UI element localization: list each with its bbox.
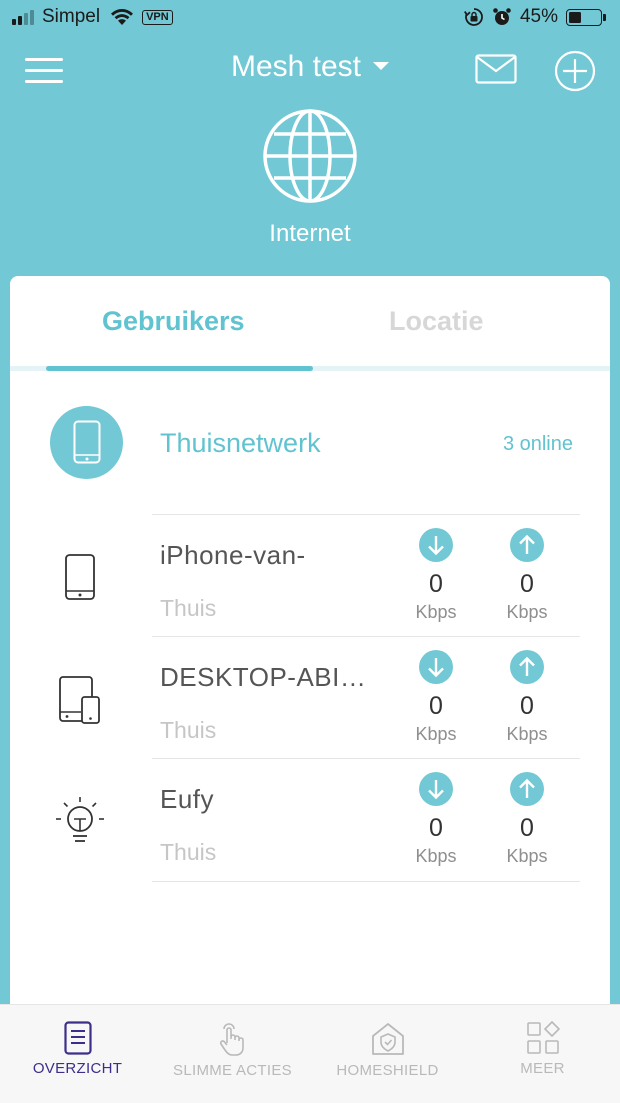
battery-icon bbox=[566, 8, 606, 26]
clients-card: Gebruikers Locatie Thuisnetwerk 3 online bbox=[10, 276, 610, 1036]
download-rate: 0 Kbps bbox=[401, 528, 471, 623]
status-bar: Simpel VPN 45% bbox=[0, 0, 620, 36]
list-item[interactable]: DESKTOP-ABI… Thuis 0 Kbps 0 Kbps bbox=[10, 636, 610, 758]
desktop-tablet-icon bbox=[59, 676, 100, 724]
more-grid-icon bbox=[526, 1021, 560, 1054]
device-location: Thuis bbox=[160, 595, 217, 621]
download-unit: Kbps bbox=[415, 846, 457, 866]
download-value: 0 bbox=[429, 692, 443, 720]
download-value: 0 bbox=[429, 814, 443, 842]
device-location: Thuis bbox=[160, 839, 217, 865]
app-screen: Simpel VPN 45% Mesh test Internet Gebrui… bbox=[0, 0, 620, 1103]
device-name: Eufy bbox=[160, 784, 215, 814]
group-avatar bbox=[50, 406, 123, 479]
upload-value: 0 bbox=[520, 814, 534, 842]
network-title: Mesh test bbox=[230, 50, 362, 83]
vpn-badge: VPN bbox=[142, 9, 173, 25]
upload-arrow-icon bbox=[510, 772, 544, 806]
nav-label: OVERZICHT bbox=[32, 1060, 123, 1077]
upload-unit: Kbps bbox=[506, 846, 548, 866]
group-name: Thuisnetwerk bbox=[160, 428, 321, 458]
battery-percentage: 45% bbox=[519, 6, 558, 27]
globe-icon bbox=[263, 109, 357, 203]
active-tab-indicator bbox=[46, 366, 313, 371]
upload-value: 0 bbox=[520, 692, 534, 720]
download-arrow-icon bbox=[419, 650, 453, 684]
nav-homeshield[interactable]: HOMESHIELD bbox=[310, 1005, 465, 1103]
download-rate: 0 Kbps bbox=[401, 650, 471, 745]
cell-signal-icon bbox=[12, 9, 34, 25]
download-arrow-icon bbox=[419, 772, 453, 806]
wifi-icon bbox=[111, 9, 134, 25]
upload-rate: 0 Kbps bbox=[492, 772, 562, 867]
nav-label: SLIMME ACTIES bbox=[173, 1062, 292, 1079]
overview-icon bbox=[63, 1021, 92, 1055]
list-item[interactable]: Eufy Thuis 0 Kbps 0 Kbps bbox=[10, 758, 610, 880]
row-divider bbox=[152, 881, 580, 882]
upload-rate: 0 Kbps bbox=[492, 650, 562, 745]
row-divider bbox=[152, 514, 580, 515]
list-item[interactable]: iPhone-van- Thuis 0 Kbps 0 Kbps bbox=[10, 514, 610, 636]
mail-icon[interactable] bbox=[475, 54, 517, 84]
download-unit: Kbps bbox=[415, 602, 457, 622]
tab-locatie[interactable]: Locatie bbox=[389, 306, 484, 337]
phone-icon bbox=[73, 420, 101, 464]
tab-bar: Gebruikers Locatie bbox=[10, 276, 610, 371]
carrier-name: Simpel bbox=[42, 6, 101, 27]
home-shield-icon bbox=[371, 1023, 404, 1055]
rotation-lock-icon bbox=[464, 8, 483, 26]
upload-unit: Kbps bbox=[506, 724, 548, 744]
phone-icon bbox=[65, 554, 95, 600]
nav-meer[interactable]: MEER bbox=[465, 1005, 620, 1103]
nav-overzicht[interactable]: OVERZICHT bbox=[0, 1005, 155, 1103]
online-count: 3 online bbox=[502, 433, 573, 455]
nav-label: MEER bbox=[520, 1060, 565, 1077]
nav-slimme-acties[interactable]: SLIMME ACTIES bbox=[155, 1005, 310, 1103]
upload-arrow-icon bbox=[510, 650, 544, 684]
device-location: Thuis bbox=[160, 717, 217, 743]
upload-value: 0 bbox=[520, 570, 534, 598]
hand-tap-icon bbox=[219, 1023, 244, 1056]
device-name: iPhone-van- bbox=[160, 540, 306, 570]
row-divider bbox=[152, 758, 580, 759]
tab-gebruikers[interactable]: Gebruikers bbox=[102, 306, 245, 337]
download-arrow-icon bbox=[419, 528, 453, 562]
alarm-icon bbox=[493, 8, 511, 25]
group-row[interactable]: Thuisnetwerk 3 online bbox=[10, 406, 610, 482]
bottom-navigation: OVERZICHT SLIMME ACTIES HOMESHIELD MEER bbox=[0, 1004, 620, 1103]
internet-status[interactable]: Internet bbox=[0, 108, 620, 248]
network-selector[interactable]: Mesh test bbox=[0, 50, 620, 84]
lightbulb-icon bbox=[56, 797, 104, 842]
caret-down-icon bbox=[373, 62, 390, 71]
upload-unit: Kbps bbox=[506, 602, 548, 622]
download-rate: 0 Kbps bbox=[401, 772, 471, 867]
row-divider bbox=[152, 636, 580, 637]
internet-label: Internet bbox=[269, 220, 351, 247]
download-value: 0 bbox=[429, 570, 443, 598]
device-name: DESKTOP-ABI… bbox=[160, 662, 367, 692]
nav-label: HOMESHIELD bbox=[336, 1062, 439, 1079]
add-icon[interactable] bbox=[554, 50, 596, 92]
upload-arrow-icon bbox=[510, 528, 544, 562]
upload-rate: 0 Kbps bbox=[492, 528, 562, 623]
download-unit: Kbps bbox=[415, 724, 457, 744]
top-bar: Mesh test bbox=[0, 36, 620, 106]
